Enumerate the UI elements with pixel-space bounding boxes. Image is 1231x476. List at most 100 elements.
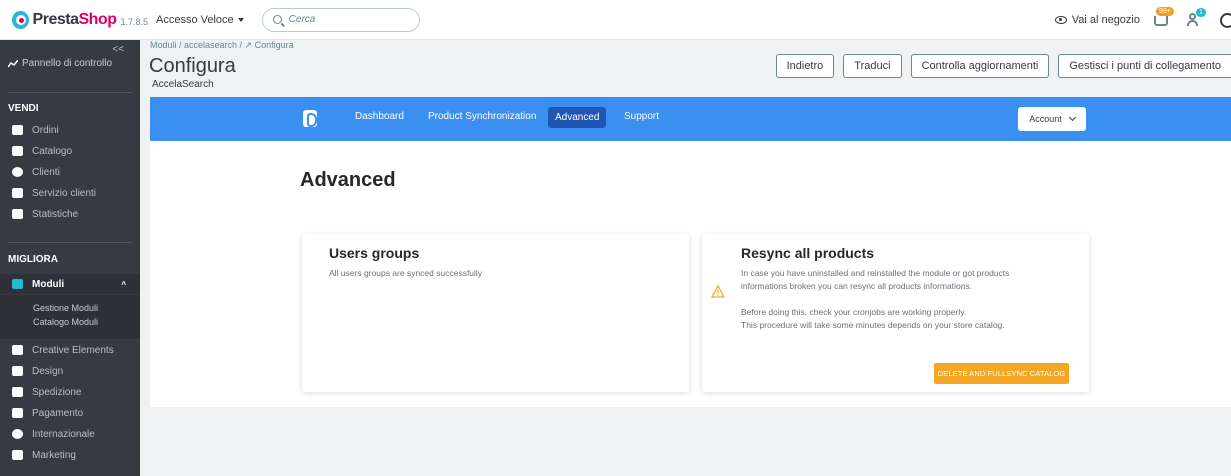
- header-toolbar: Indietro Traduci Controlla aggiornamenti…: [775, 54, 1231, 78]
- eye-icon: [1054, 16, 1067, 24]
- orders-badge: 99+: [1156, 7, 1174, 16]
- breadcrumb[interactable]: Moduli / accelasearch / ↗ Configura: [150, 40, 294, 51]
- submenu-item-module-catalog[interactable]: Catalogo Moduli: [33, 317, 98, 327]
- section-sell: VENDI: [8, 103, 39, 114]
- sidebar-item-orders[interactable]: Ordini: [0, 120, 140, 140]
- translate-button[interactable]: Traduci: [843, 54, 902, 78]
- sidebar-item-label: Servizio clienti: [32, 187, 96, 199]
- modules-submenu: Gestione Moduli Catalogo Moduli: [0, 295, 140, 339]
- chevron-up-icon: ^: [121, 279, 126, 289]
- caret-down-icon: [237, 17, 244, 22]
- credit-card-icon: [12, 408, 23, 418]
- chat-icon: [12, 188, 23, 198]
- account-label: Account: [1029, 114, 1062, 124]
- tab-product-synchronization[interactable]: Product Synchronization: [428, 111, 536, 122]
- module-navbar: Dashboard Product Synchronization Advanc…: [150, 97, 1231, 141]
- tab-support[interactable]: Support: [624, 111, 659, 122]
- page-title: Configura: [149, 55, 236, 77]
- megaphone-icon: [12, 450, 23, 460]
- warning-icon: [711, 285, 725, 298]
- version-label: 1.7.8.5: [120, 16, 148, 27]
- truck-icon: [12, 387, 23, 397]
- sidebar-item-label: Ordini: [32, 124, 59, 136]
- sidebar-item-label: Moduli: [32, 278, 65, 290]
- card-title: Resync all products: [741, 245, 875, 261]
- monitor-icon: [12, 366, 23, 376]
- cart-icon: [12, 125, 23, 135]
- prestashop-logo[interactable]: PrestaShop 1.7.8.5: [12, 10, 148, 29]
- search-icon: [272, 15, 282, 24]
- sidebar-item-customers[interactable]: Clienti: [0, 162, 140, 182]
- customers-badge: 1: [1196, 8, 1206, 17]
- customers-notification[interactable]: 1: [1186, 8, 1206, 30]
- submenu-item-module-manager[interactable]: Gestione Moduli: [33, 303, 98, 313]
- account-dropdown[interactable]: Account: [1018, 107, 1086, 131]
- card-text: In case you have uninstalled and reinsta…: [741, 268, 1010, 278]
- card-text: All users groups are synced successfully: [329, 268, 483, 278]
- sidebar-item-international[interactable]: Internazionale: [0, 424, 140, 444]
- account-icon[interactable]: [1220, 12, 1231, 28]
- search-placeholder: Cerca: [288, 14, 316, 25]
- search-input[interactable]: Cerca: [261, 7, 420, 32]
- collapse-sidebar-button[interactable]: <<: [112, 44, 124, 55]
- prestashop-logo-icon: [12, 10, 29, 29]
- tab-advanced[interactable]: Advanced: [548, 107, 607, 128]
- delete-and-fullsync-button[interactable]: DELETE AND FULLSYNC CATALOG: [934, 363, 1069, 384]
- sidebar-item-label: Pannello di controllo: [22, 58, 113, 69]
- sidebar-item-label: Statistiche: [32, 208, 79, 220]
- section-title: Advanced: [300, 169, 396, 191]
- sidebar-divider: [8, 242, 132, 243]
- card-text: Before doing this, check your cronjobs a…: [741, 307, 967, 317]
- accelasearch-logo-icon[interactable]: [303, 110, 317, 127]
- user-circle-icon: [12, 167, 23, 177]
- sidebar: << Pannello di controllo VENDI Ordini Ca…: [0, 40, 140, 476]
- card-text: informations broken you can resync all p…: [741, 281, 973, 291]
- chevron-down-icon: [1068, 113, 1076, 122]
- sidebar-item-customer-service[interactable]: Servizio clienti: [0, 183, 140, 203]
- sidebar-item-modules[interactable]: Moduli ^: [0, 274, 140, 294]
- sidebar-divider: [8, 92, 132, 93]
- store-icon: [12, 146, 23, 156]
- sidebar-item-creative-elements[interactable]: Creative Elements: [0, 340, 140, 360]
- sidebar-item-payment[interactable]: Pagamento: [0, 403, 140, 423]
- view-store-link[interactable]: Vai al negozio: [1072, 14, 1140, 26]
- sidebar-item-label: Design: [32, 365, 64, 377]
- module-content: Dashboard Product Synchronization Advanc…: [150, 97, 1231, 407]
- resync-products-card: Resync all products In case you have uni…: [702, 234, 1089, 392]
- page-subtitle: AccelaSearch: [152, 79, 214, 90]
- manage-hooks-button[interactable]: Gestisci i punti di collegamento: [1058, 54, 1231, 78]
- sidebar-item-label: Spedizione: [32, 386, 82, 398]
- sidebar-item-label: Pagamento: [32, 407, 84, 419]
- logo-text: PrestaShop: [32, 10, 117, 28]
- sidebar-item-stats[interactable]: Statistiche: [0, 204, 140, 224]
- sidebar-item-dashboard[interactable]: Pannello di controllo: [0, 58, 112, 69]
- card-text: This procedure will take some minutes de…: [741, 320, 1005, 330]
- user-body-icon: [1187, 20, 1198, 26]
- user-icon: [1189, 13, 1196, 20]
- sidebar-item-label: Clienti: [32, 166, 60, 178]
- quick-access-label: Accesso Veloce: [156, 13, 234, 26]
- sidebar-item-marketing[interactable]: Marketing: [0, 445, 140, 465]
- section-improve: MIGLIORA: [8, 254, 58, 265]
- sidebar-item-design[interactable]: Design: [0, 361, 140, 381]
- sidebar-item-label: Internazionale: [32, 428, 95, 440]
- card-title: Users groups: [329, 245, 420, 261]
- quick-access-dropdown[interactable]: Accesso Veloce: [156, 14, 244, 26]
- sidebar-item-catalog[interactable]: Catalogo: [0, 141, 140, 161]
- list-icon: [12, 345, 23, 355]
- cart-icon: [1154, 16, 1168, 26]
- back-button[interactable]: Indietro: [775, 54, 835, 78]
- sidebar-item-label: Creative Elements: [32, 344, 114, 356]
- top-bar: PrestaShop 1.7.8.5 Accesso Veloce Cerca …: [0, 0, 1231, 40]
- globe-icon: [12, 429, 23, 439]
- sidebar-item-label: Marketing: [32, 449, 76, 461]
- sidebar-item-label: Catalogo: [32, 145, 73, 157]
- tab-dashboard[interactable]: Dashboard: [355, 111, 404, 122]
- check-updates-button[interactable]: Controlla aggiornamenti: [910, 54, 1050, 78]
- trend-icon: [8, 59, 18, 67]
- orders-notification[interactable]: 99+: [1152, 7, 1174, 30]
- users-groups-card: Users groups All users groups are synced…: [302, 234, 689, 392]
- puzzle-icon: [12, 279, 23, 289]
- stats-icon: [12, 209, 23, 219]
- sidebar-item-shipping[interactable]: Spedizione: [0, 382, 140, 402]
